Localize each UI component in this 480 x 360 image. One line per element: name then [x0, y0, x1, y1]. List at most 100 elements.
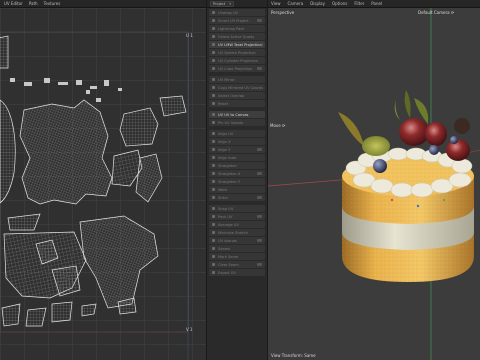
operator-button[interactable]: Reset: [209, 100, 265, 107]
operator-icon: [212, 172, 215, 175]
operator-button[interactable]: UV UV to Canvas: [209, 111, 265, 118]
operator-options-icon[interactable]: [257, 172, 262, 175]
operator-button[interactable]: Export UV: [209, 269, 265, 276]
operator-button[interactable]: Copy Mirrored UV Coords: [209, 84, 265, 91]
operator-options-icon[interactable]: [257, 19, 262, 22]
uv-island: [7, 213, 41, 231]
operator-label: Reset: [218, 101, 229, 106]
3d-viewport[interactable]: View Camera Display Options Filter Panel Pers…: [268, 0, 480, 360]
uv-editor-header: UV Editor Path Textures: [0, 0, 206, 8]
operator-icon: [212, 188, 215, 191]
operator-icon: [212, 43, 215, 46]
uv-island: [135, 153, 163, 203]
operator-separator: [207, 202, 267, 204]
uv-editor-menu: UV Editor Path Textures: [0, 1, 60, 6]
operator-icon: [212, 51, 215, 54]
operator-options-icon[interactable]: [257, 196, 262, 199]
viewport-menu-item-4[interactable]: Filter: [354, 1, 364, 6]
operator-icon: [212, 156, 215, 159]
operator-icon: [212, 113, 215, 116]
operator-button[interactable]: Minimize Stretch: [209, 229, 265, 236]
viewport-menu-item-0[interactable]: View: [271, 1, 281, 6]
operator-button[interactable]: Lightmap Pack: [209, 25, 265, 32]
operator-button[interactable]: Align Auto: [209, 154, 265, 161]
operator-options-icon[interactable]: [257, 239, 262, 242]
operator-button[interactable]: Follow Active Quads: [209, 33, 265, 40]
operator-button[interactable]: Straighten: [209, 162, 265, 169]
viewport-menu-item-3[interactable]: Options: [332, 1, 347, 6]
operator-icon: [212, 121, 215, 124]
operator-options-icon[interactable]: [257, 215, 262, 218]
operator-button[interactable]: Smart UV Project: [209, 17, 265, 24]
operator-icon: [212, 223, 215, 226]
settings-icon[interactable]: ⟳: [451, 10, 454, 15]
operator-button[interactable]: Snap UV: [209, 205, 265, 212]
operator-icon: [212, 215, 215, 218]
operator-icon: [212, 271, 215, 274]
operator-icon: [212, 140, 215, 143]
uv-island: [19, 99, 113, 205]
operator-icon: [212, 207, 215, 210]
operator-button[interactable]: Unwrap UV: [209, 9, 265, 16]
operator-button[interactable]: Clear Seam: [209, 261, 265, 268]
operator-button[interactable]: Align X: [209, 138, 265, 145]
uv-menu-item-0[interactable]: UV Editor: [4, 1, 23, 6]
operator-icon: [212, 231, 215, 234]
camera-label: Default Camera ⟳: [418, 10, 454, 15]
operator-button[interactable]: Straighten X: [209, 170, 265, 177]
operator-button[interactable]: UV Cube Projection: [209, 65, 265, 72]
operator-options-icon[interactable]: [257, 263, 262, 266]
uv-operator-panel: Project ▾ Unwrap UV Smart UV Project Lightm…: [206, 0, 268, 360]
gear-icon[interactable]: ⟳: [282, 123, 285, 128]
operator-label: UV Cube Projection: [218, 66, 253, 71]
operator-separator: [207, 108, 267, 110]
uv-editor-panel[interactable]: UV Editor Path Textures U 1 V 1: [0, 0, 206, 360]
operator-button[interactable]: Align Y: [209, 146, 265, 153]
operator-icon: [212, 78, 215, 81]
operator-label: Select Overlap: [218, 93, 245, 98]
project-dropdown[interactable]: Project ▾: [210, 0, 235, 7]
operator-button[interactable]: Align UV: [209, 130, 265, 137]
operator-button[interactable]: UV Cylinder Projection: [209, 57, 265, 64]
operator-label: UV Sphere Projection: [218, 50, 256, 55]
uv-island: [81, 303, 97, 317]
viewport-menu-item-1[interactable]: Camera: [288, 1, 304, 6]
uv-island-canvas[interactable]: [0, 8, 206, 360]
uv-menu-item-1[interactable]: Path: [29, 1, 38, 6]
operator-label: Unwrap UV: [218, 10, 239, 15]
camera-label-text: Default Camera: [418, 10, 450, 15]
operator-button[interactable]: Stitch: [209, 194, 265, 201]
operator-button[interactable]: Select Overlap: [209, 92, 265, 99]
cake-model: [338, 90, 474, 282]
operator-button[interactable]: Mark Seam: [209, 253, 265, 260]
operator-options-icon[interactable]: [257, 67, 262, 70]
operator-icon: [212, 102, 215, 105]
uv-island: [0, 99, 16, 204]
operator-label: Export UV: [218, 270, 236, 275]
operator-button[interactable]: Pin UV Islands: [209, 119, 265, 126]
uv-island: [0, 35, 9, 69]
operator-button[interactable]: UV Islands: [209, 237, 265, 244]
operator-options-icon[interactable]: [257, 148, 262, 151]
operator-icon: [212, 148, 215, 151]
operator-label: Average UV: [218, 222, 239, 227]
operator-button[interactable]: Average UV: [209, 221, 265, 228]
operator-button[interactable]: Pack UV: [209, 213, 265, 220]
operator-button[interactable]: UV Mirror: [209, 76, 265, 83]
operator-label: Follow Active Quads: [218, 34, 255, 39]
viewport-menu-item-5[interactable]: Panel: [371, 1, 382, 6]
operator-label: Mark Seam: [218, 254, 239, 259]
operator-button[interactable]: Straighten Y: [209, 178, 265, 185]
viewport-footer: View Transform: Same: [271, 353, 316, 358]
chevron-down-icon: ▾: [229, 1, 232, 6]
operator-button[interactable]: Weld: [209, 186, 265, 193]
operator-button[interactable]: UV Sphere Projection: [209, 49, 265, 56]
operator-button[interactable]: Seams: [209, 245, 265, 252]
uv-menu-item-2[interactable]: Textures: [44, 1, 61, 6]
viewport-scene: [268, 8, 480, 360]
viewport-menu-item-2[interactable]: Display: [310, 1, 325, 6]
operator-label: Copy Mirrored UV Coords: [218, 85, 264, 90]
uv-tile-label-top: U 1: [186, 33, 193, 38]
operator-button[interactable]: UV LMW Texel Projection: [209, 41, 265, 48]
operator-separator: [207, 127, 267, 129]
